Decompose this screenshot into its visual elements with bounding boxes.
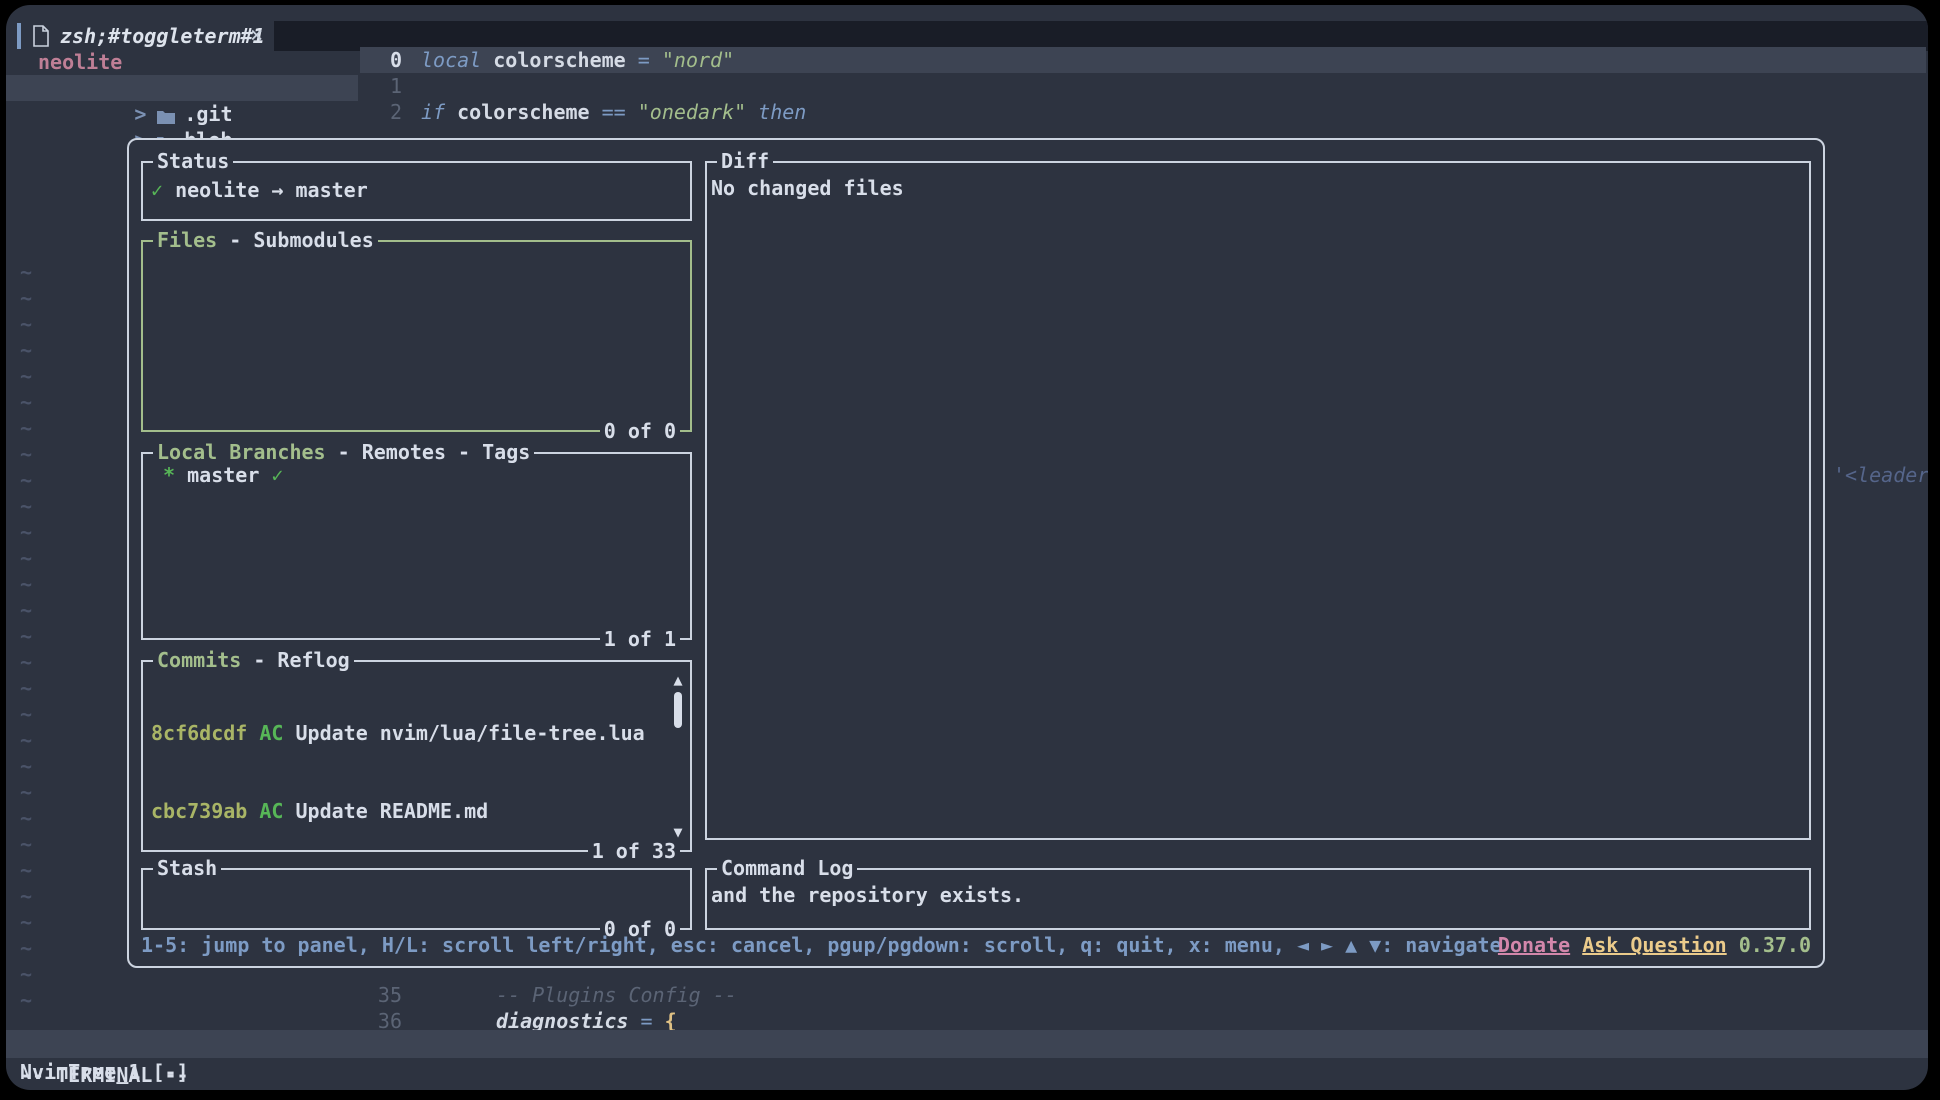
statusline-position: 2:1 <box>302 1086 338 1090</box>
ask-question-link[interactable]: Ask Question <box>1582 933 1727 957</box>
close-icon[interactable]: × <box>250 21 263 51</box>
panel-files-tab-active[interactable]: Files <box>157 228 217 252</box>
tree-root[interactable]: neolite <box>6 49 358 75</box>
line-number: 2 <box>342 99 402 125</box>
code-line-0[interactable]: local colorscheme = "nord" <box>421 47 734 73</box>
check-icon: ✓ <box>151 178 163 202</box>
panel-stash-title: Stash <box>153 855 221 881</box>
check-icon: ✓ <box>259 463 283 487</box>
line-number: 0 <box>342 47 402 73</box>
panel-diff-content: No changed files <box>707 163 1809 838</box>
tab-title: zsh;#toggleterm#1 <box>60 21 265 51</box>
lazygit-float: Status ✓ neolite → master Files - Submod… <box>127 138 1825 968</box>
panel-command-log[interactable]: Command Log and the repository exists. <box>705 868 1811 930</box>
commit-row[interactable]: cbc739ab AC Update README.md <box>151 798 666 824</box>
line-number: 1 <box>342 73 402 99</box>
tab-toggleterm[interactable]: zsh;#toggleterm#1 × <box>6 21 274 51</box>
file-icon <box>32 25 49 47</box>
tree-item-blob-folder[interactable]: >blob <box>6 101 358 127</box>
version-label: 0.37.0 <box>1739 933 1811 957</box>
code-line-2[interactable]: if colorscheme == "onedark" then <box>421 99 806 125</box>
commit-row[interactable]: 8cf6dcdf AC Update nvim/lua/file-tree.lu… <box>151 720 666 746</box>
panel-files-count: 0 of 0 <box>600 418 680 444</box>
lazygit-bottom-bar: 1-5: jump to panel, H/L: scroll left/rig… <box>141 932 1811 958</box>
donate-link[interactable]: Donate <box>1498 933 1570 957</box>
neovim-window: zsh;#toggleterm#1 × neolite >.git >blob … <box>6 5 1928 1090</box>
line-number: 35 <box>342 982 402 1008</box>
code-line-35[interactable]: -- Plugins Config -- <box>496 982 737 1008</box>
gutter-tildes: ~ ~ ~ ~ ~ ~ ~ ~ ~ ~ ~ ~ ~ ~ ~ ~ ~ ~ ~ ~ … <box>20 259 32 1013</box>
terminal-window: zsh;#toggleterm#1 × neolite >.git >blob … <box>0 0 1940 1100</box>
tree-item-git-folder[interactable]: >.git <box>6 75 358 101</box>
tab-active-indicator <box>17 23 21 49</box>
panel-status[interactable]: Status ✓ neolite → master <box>141 161 692 221</box>
statusline: NvimTree_1 [-] 2:1 colorschemes.lua 1:1 <box>6 1030 1928 1058</box>
panel-commits[interactable]: Commits - Reflog 8cf6dcdf AC Update nvim… <box>141 660 692 852</box>
keybindings-hint: 1-5: jump to panel, H/L: scroll left/rig… <box>141 932 1502 958</box>
branch-row[interactable]: * master ✓ <box>143 454 690 638</box>
panel-branches-count: 1 of 1 <box>600 626 680 652</box>
panel-command-log-content: and the repository exists. <box>707 870 1809 928</box>
panel-status-content: ✓ neolite → master <box>143 163 690 219</box>
panel-files[interactable]: Files - Submodules 0 of 0 <box>141 240 692 432</box>
scrollbar-thumb[interactable] <box>674 692 682 728</box>
tree-root-label: neolite <box>6 50 122 74</box>
panel-stash[interactable]: Stash 0 of 0 <box>141 868 692 930</box>
arrow-right-icon: → <box>271 178 283 202</box>
panel-commits-count: 1 of 33 <box>588 838 680 864</box>
panel-diff[interactable]: Diff No changed files <box>705 161 1811 840</box>
scrollbar[interactable]: ▲ ▼ <box>670 670 686 842</box>
panel-branches[interactable]: Local Branches - Remotes - Tags * master… <box>141 452 692 640</box>
panel-files-tabs[interactable]: - Submodules <box>217 228 374 252</box>
mode-indicator: -- TERMINAL -- <box>20 1061 189 1089</box>
scroll-up-icon[interactable]: ▲ <box>670 670 686 690</box>
leader-hint-text: '<leader> <box>1833 462 1928 488</box>
